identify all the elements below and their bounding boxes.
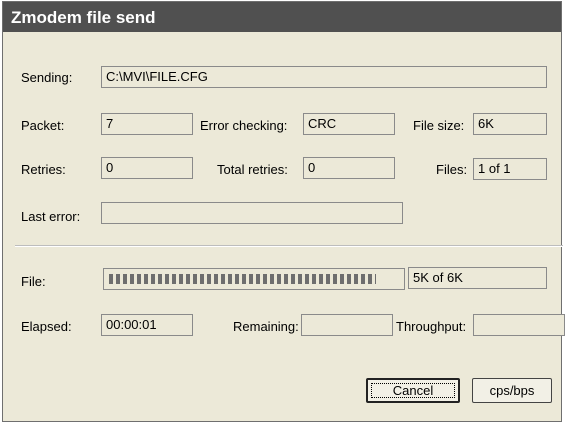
file-progress-bar (103, 268, 405, 290)
file-progress-status: 5K of 6K (408, 267, 547, 289)
remaining-label: Remaining: (233, 319, 299, 334)
cps-bps-button[interactable]: cps/bps (472, 378, 552, 403)
throughput-label: Throughput: (396, 319, 467, 334)
elapsed-field: 00:00:01 (101, 314, 193, 336)
file-progress-fill (109, 274, 376, 284)
cancel-button[interactable]: Cancel (366, 378, 460, 403)
total-retries-label: Total retries: (217, 162, 288, 177)
files-label: Files: (436, 162, 468, 177)
window-title: Zmodem file send (11, 8, 156, 27)
zmodem-dialog: Zmodem file send Sending: C:\MVI\FILE.CF… (2, 1, 565, 422)
file-size-label: File size: (413, 118, 465, 133)
cps-bps-button-label: cps/bps (489, 383, 535, 398)
retries-label: Retries: (21, 162, 66, 177)
retries-field: 0 (101, 157, 193, 179)
packet-label: Packet: (21, 118, 65, 133)
error-checking-label: Error checking: (200, 118, 288, 133)
last-error-field (101, 202, 403, 224)
title-bar[interactable]: Zmodem file send (3, 2, 561, 32)
separator (15, 245, 563, 247)
error-checking-field: CRC (303, 113, 395, 135)
file-size-field: 6K (473, 113, 547, 135)
sending-field: C:\MVI\FILE.CFG (101, 66, 547, 88)
focus-ring (371, 383, 455, 398)
files-field: 1 of 1 (473, 158, 547, 180)
sending-label: Sending: (21, 70, 73, 85)
packet-field: 7 (101, 113, 193, 135)
throughput-field (473, 314, 565, 336)
file-label: File: (21, 274, 46, 289)
total-retries-field: 0 (303, 157, 395, 179)
remaining-field (301, 314, 393, 336)
elapsed-label: Elapsed: (21, 319, 72, 334)
last-error-label: Last error: (21, 209, 81, 224)
